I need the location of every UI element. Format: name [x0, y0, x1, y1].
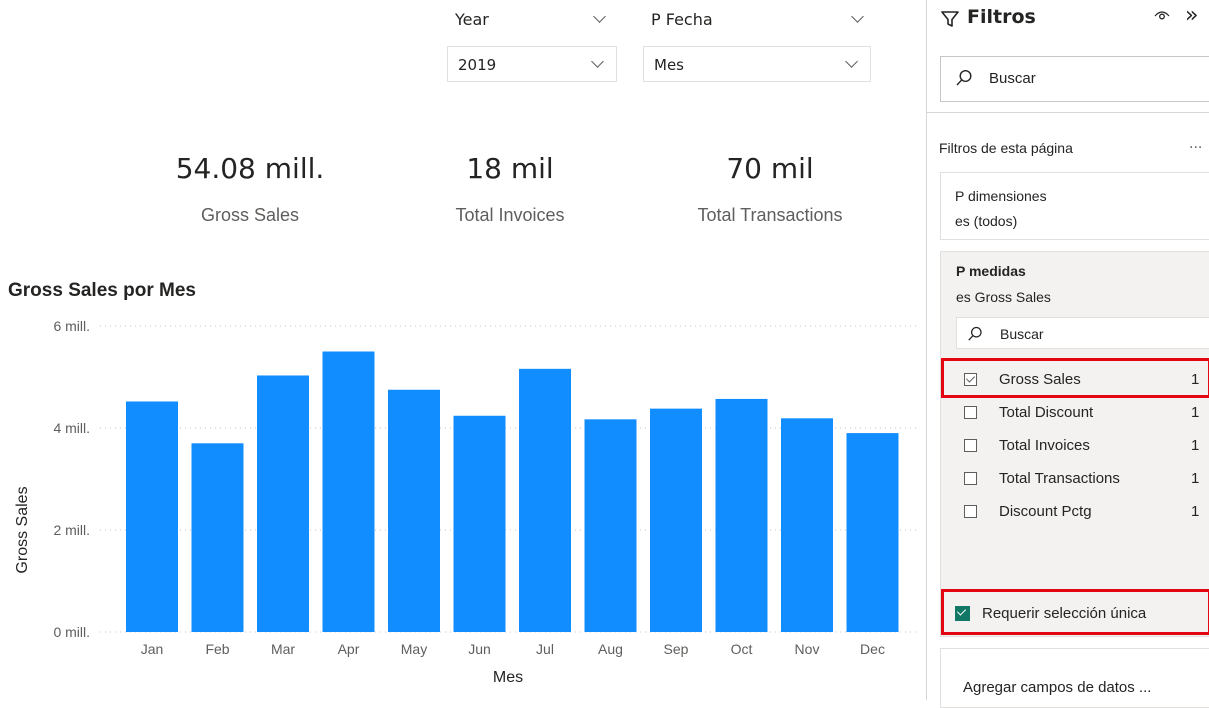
bar-jun[interactable]	[453, 415, 506, 632]
chart-title: Gross Sales por Mes	[8, 280, 196, 301]
filter-card-p-dimensiones[interactable]: P dimensiones es (todos)	[940, 172, 1209, 240]
year-dropdown[interactable]: 2019	[447, 46, 617, 82]
checkbox[interactable]	[964, 472, 977, 485]
more-options-icon[interactable]: ...	[1189, 136, 1202, 152]
p-fecha-selected-value: Mes	[654, 56, 684, 74]
checkbox[interactable]	[964, 439, 977, 452]
gross-sales-card-label: Gross Sales	[200, 205, 300, 225]
bar-oct[interactable]	[715, 398, 768, 632]
bar-jul[interactable]	[519, 368, 571, 632]
x-tick-label: Apr	[338, 641, 360, 657]
x-axis-title: Mes	[493, 669, 523, 686]
filter-state: es Gross Sales	[956, 289, 1051, 305]
y-tick-label: 2 mill.	[53, 522, 90, 538]
add-fields-text: Agregar campos de datos ...	[963, 679, 1152, 696]
bar-mar[interactable]	[257, 375, 309, 632]
x-tick-label: Mar	[271, 641, 295, 657]
chevron-down-icon	[591, 55, 604, 68]
collapse-pane-icon[interactable]: »	[1185, 3, 1198, 28]
bar-nov[interactable]	[781, 418, 833, 632]
x-tick-label: Jul	[536, 641, 554, 657]
checkbox[interactable]	[964, 505, 977, 518]
filters-search-box[interactable]: Buscar	[940, 56, 1209, 102]
filters-search-placeholder: Buscar	[989, 70, 1036, 87]
x-tick-label: May	[401, 641, 427, 657]
gross-sales-card-value: 54.08 mill.	[175, 152, 325, 185]
filter-icon	[941, 11, 959, 27]
total-invoices-card-value: 18 mil	[466, 152, 554, 185]
bar-sep[interactable]	[650, 408, 702, 632]
x-tick-label: Feb	[205, 641, 229, 657]
p-fecha-dropdown[interactable]: Mes	[643, 46, 871, 82]
option-total-invoices[interactable]: Total Invoices 1	[953, 429, 1209, 462]
x-tick-label: Sep	[664, 641, 689, 657]
bar-aug[interactable]	[584, 419, 637, 632]
add-data-fields-well[interactable]: Agregar campos de datos ...	[940, 648, 1209, 708]
option-count: 1	[1191, 437, 1200, 454]
filter-name: P dimensiones	[955, 188, 1047, 204]
bar-apr[interactable]	[322, 351, 375, 633]
total-invoices-card-label: Total Invoices	[455, 205, 565, 225]
option-total-transactions[interactable]: Total Transactions 1	[953, 462, 1209, 495]
option-count: 1	[1191, 503, 1200, 520]
page-filters-section-title: Filtros de esta página	[939, 140, 1073, 156]
year-selected-value: 2019	[458, 56, 497, 74]
option-count: 1	[1191, 404, 1200, 421]
x-tick-label: Dec	[860, 641, 885, 657]
filter-search-placeholder: Buscar	[1000, 326, 1044, 342]
divider	[927, 112, 1209, 113]
option-label: Total Discount	[999, 404, 1094, 421]
highlight-box	[941, 589, 1209, 635]
y-axis-title: Gross Sales	[14, 486, 31, 573]
bar-dec[interactable]	[846, 433, 899, 632]
bar-jan[interactable]	[126, 401, 178, 632]
highlight-box	[941, 358, 1209, 398]
filters-pane-title: Filtros	[967, 6, 1036, 28]
option-total-discount[interactable]: Total Discount 1	[953, 396, 1209, 429]
option-discount-pctg[interactable]: Discount Pctg 1	[953, 495, 1209, 528]
x-tick-label: Oct	[731, 641, 753, 657]
option-label: Total Transactions	[999, 470, 1120, 487]
total-transactions-card-value: 70 mil	[726, 152, 814, 185]
bar-feb[interactable]	[191, 443, 244, 632]
filter-search-box[interactable]: Buscar	[956, 317, 1209, 349]
x-tick-label: Aug	[598, 641, 623, 657]
x-tick-label: Nov	[795, 641, 820, 657]
filter-name: P medidas	[956, 263, 1026, 279]
chevron-down-icon[interactable]	[593, 10, 606, 23]
filter-card-p-medidas[interactable]: P medidas es Gross Sales Buscar Gross Sa…	[940, 251, 1209, 637]
search-icon	[956, 69, 972, 86]
x-tick-label: Jun	[468, 641, 491, 657]
y-tick-label: 0 mill.	[53, 624, 90, 640]
gross-sales-bar-chart[interactable]: 0 mill. 2 mill. 4 mill. 6 mill. Jan Feb Mar Apr…	[0, 310, 920, 700]
year-slicer-title: Year	[455, 10, 489, 29]
y-tick-label: 6 mill.	[53, 318, 90, 334]
option-label: Total Invoices	[999, 437, 1090, 454]
bar-may[interactable]	[388, 389, 440, 632]
filter-state: es (todos)	[955, 213, 1018, 229]
checkbox[interactable]	[964, 406, 977, 419]
p-fecha-slicer-title: P Fecha	[651, 10, 713, 29]
option-count: 1	[1191, 470, 1200, 487]
eye-icon[interactable]	[1153, 8, 1171, 22]
filters-pane: Filtros » Buscar Filtros de esta página …	[926, 0, 1209, 708]
x-tick-label: Jan	[141, 641, 164, 657]
chevron-down-icon[interactable]	[851, 10, 864, 23]
chevron-down-icon	[845, 55, 858, 68]
search-icon	[968, 326, 982, 341]
y-tick-label: 4 mill.	[53, 420, 90, 436]
total-transactions-card-label: Total Transactions	[697, 205, 843, 225]
option-label: Discount Pctg	[999, 503, 1092, 520]
